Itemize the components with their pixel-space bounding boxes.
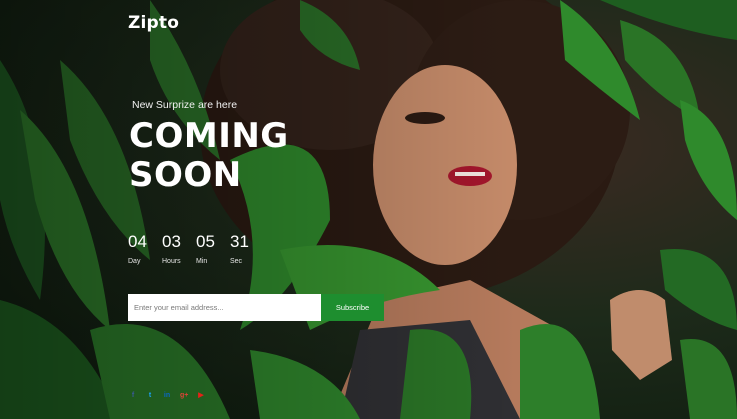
email-input[interactable] xyxy=(128,294,321,321)
facebook-icon[interactable]: f xyxy=(129,391,137,400)
countdown-seconds-value: 31 xyxy=(230,232,249,251)
countdown-hours-value: 03 xyxy=(162,232,181,251)
hero-headline: COMING SOON xyxy=(129,117,289,195)
countdown-timer: 04 Day 03 Hours 05 Min 31 Sec xyxy=(128,232,254,265)
linkedin-icon[interactable]: in xyxy=(163,391,171,400)
countdown-seconds-label: Sec xyxy=(230,258,243,265)
countdown-minutes: 05 Min xyxy=(196,232,220,265)
countdown-seconds: 31 Sec xyxy=(230,232,254,265)
countdown-days-label: Day xyxy=(128,258,141,265)
countdown-hours: 03 Hours xyxy=(162,232,186,265)
hero-tagline: New Surprize are here xyxy=(132,99,238,111)
youtube-icon[interactable]: ▶ xyxy=(197,391,205,400)
countdown-hours-label: Hours xyxy=(162,258,181,265)
countdown-days-value: 04 xyxy=(128,232,147,251)
countdown-minutes-label: Min xyxy=(196,258,208,265)
countdown-days: 04 Day xyxy=(128,232,152,265)
twitter-icon[interactable]: t xyxy=(146,391,154,400)
social-links: f t in g+ ▶ xyxy=(129,391,205,400)
subscribe-form: Subscribe xyxy=(128,294,384,321)
countdown-minutes-value: 05 xyxy=(196,232,215,251)
brand-logo[interactable]: Zipto xyxy=(128,13,179,33)
subscribe-button[interactable]: Subscribe xyxy=(321,294,384,321)
google-plus-icon[interactable]: g+ xyxy=(180,391,188,400)
headline-line-1: COMING xyxy=(129,116,289,156)
dark-overlay xyxy=(0,0,737,419)
headline-line-2: SOON xyxy=(129,155,242,195)
